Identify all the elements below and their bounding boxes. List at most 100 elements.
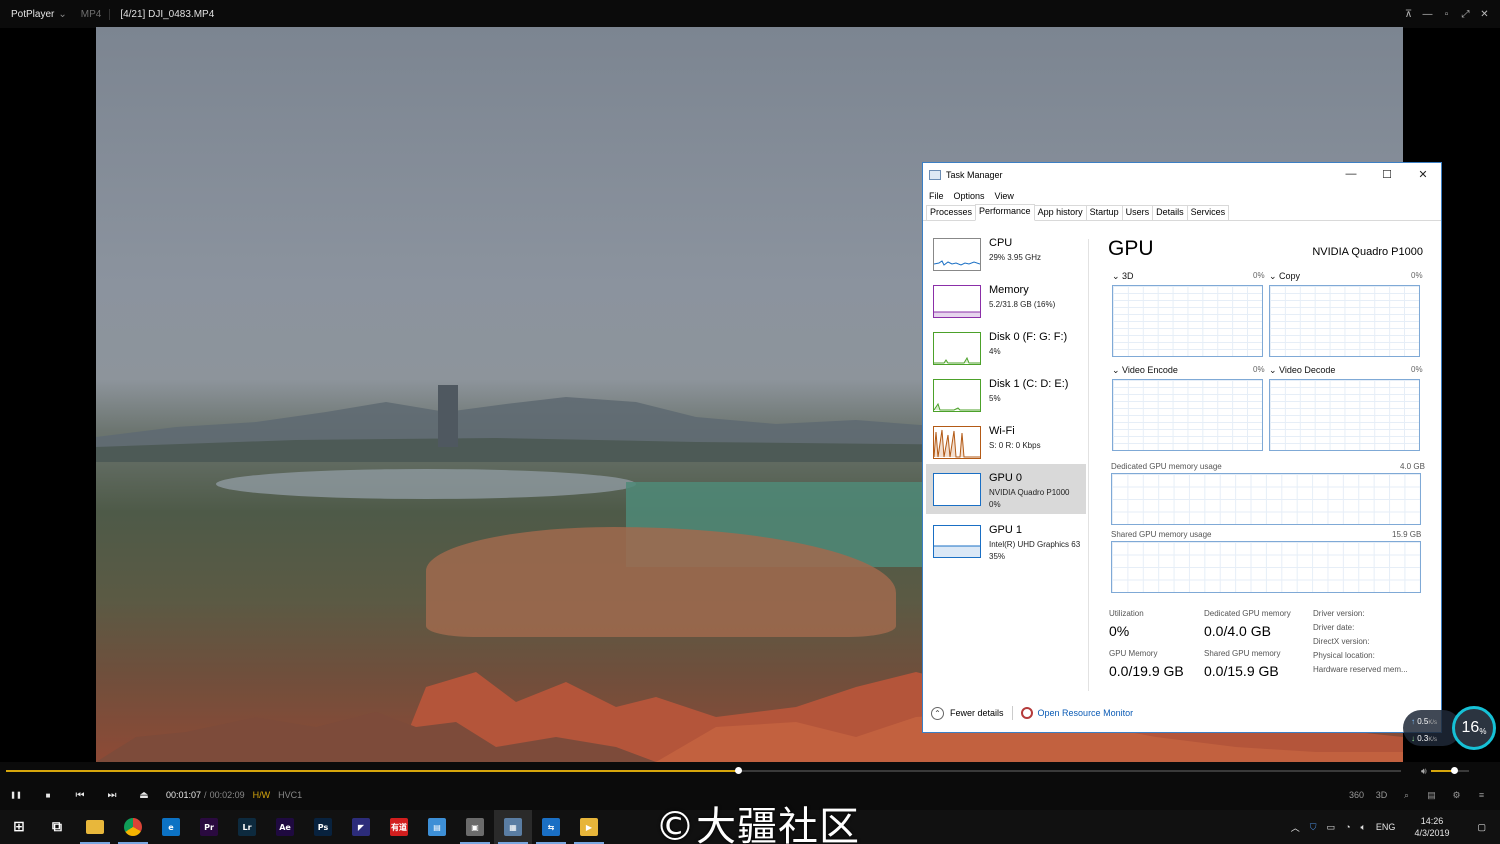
sidebar-item-gpu1[interactable]: GPU 1 Intel(R) UHD Graphics 63 35% — [926, 516, 1086, 566]
task-view-taskbar-button[interactable]: ⧉ — [38, 810, 76, 844]
notification-icon[interactable]: ▢ — [1463, 822, 1500, 833]
wifi-icon[interactable]: ◔ — [1340, 822, 1355, 832]
engine-percent: 0% — [1411, 365, 1423, 374]
restore-icon[interactable]: ▫ — [1437, 9, 1456, 20]
engine-selector-copy[interactable]: ⌄ Copy — [1269, 271, 1300, 282]
graph-video-decode — [1269, 379, 1420, 451]
resource-monitor-icon — [1020, 707, 1033, 719]
maximize-button[interactable]: ☐ — [1369, 163, 1405, 185]
tab-performance[interactable]: Performance — [975, 204, 1035, 221]
after-effects-taskbar-button[interactable]: Ae — [266, 810, 304, 844]
system-clock[interactable]: 14:26 4/3/2019 — [1400, 815, 1463, 839]
volume-icon[interactable]: 🔈︎ — [1356, 822, 1371, 833]
fullscreen-icon[interactable]: ⤢ — [1456, 9, 1475, 20]
graph-3d — [1112, 285, 1263, 357]
open-resource-monitor-link[interactable]: Open Resource Monitor — [1038, 708, 1134, 718]
previous-button[interactable]: ⏮ — [64, 780, 96, 810]
wifi-mini-graph — [933, 426, 981, 459]
sidebar-item-memory[interactable]: Memory 5.2/31.8 GB (16%) — [926, 276, 1086, 326]
hardware-decoding-badge[interactable]: H/W — [253, 790, 271, 800]
3d-mode-button[interactable]: 3D — [1369, 790, 1394, 800]
premiere-pro-taskbar-button[interactable]: Pr — [190, 810, 228, 844]
search-subtitle-button[interactable]: ⌕ — [1394, 790, 1419, 801]
potplayer-taskbar-button[interactable]: ▶ — [570, 810, 608, 844]
tab-app-history[interactable]: App history — [1033, 205, 1087, 220]
seek-thumb[interactable] — [735, 767, 742, 774]
red-app-taskbar-button[interactable]: 有道 — [380, 810, 418, 844]
percent-sign: % — [1479, 726, 1487, 736]
volume-thumb[interactable] — [1450, 767, 1458, 774]
battery-icon[interactable]: ▭ — [1322, 822, 1341, 833]
tab-services[interactable]: Services — [1186, 205, 1230, 220]
chrome-taskbar-button[interactable] — [114, 810, 152, 844]
format-label: MP4 — [73, 8, 111, 20]
fewer-details-link[interactable]: Fewer details — [950, 708, 1004, 718]
gpu-tool-taskbar-button[interactable]: ▣ — [456, 810, 494, 844]
task-manager-taskbar-button[interactable]: ▦ — [494, 810, 532, 844]
tab-processes[interactable]: Processes — [926, 205, 977, 220]
pause-button[interactable]: ❚❚ — [0, 780, 32, 810]
file-title: [4/21] DJI_0483.MP4 — [120, 8, 215, 20]
seek-bar[interactable] — [6, 767, 1401, 774]
menu-file[interactable]: File — [929, 191, 944, 201]
shared-gpu-memory-value: 0.0/15.9 GB — [1204, 663, 1279, 679]
engine-selector-video-decode[interactable]: ⌄ Video Decode — [1269, 365, 1335, 376]
news-app-taskbar-button[interactable]: ▤ — [418, 810, 456, 844]
tab-details[interactable]: Details — [1152, 205, 1188, 220]
menu-view[interactable]: View — [995, 191, 1014, 201]
photoshop-taskbar-button[interactable]: Ps — [304, 810, 342, 844]
engine-selector-video-encode[interactable]: ⌄ Video Encode — [1112, 365, 1178, 376]
tab-startup[interactable]: Startup — [1085, 205, 1123, 220]
task-manager-title-bar[interactable]: Task Manager — ☐ ✕ — [923, 163, 1441, 187]
stop-button[interactable]: ■ — [32, 780, 64, 810]
minimize-button[interactable]: — — [1333, 163, 1369, 185]
menu-button[interactable]: ≡ — [1469, 790, 1494, 800]
sidebar-label: GPU 0 — [989, 472, 1023, 484]
sidebar-item-cpu[interactable]: CPU 29% 3.95 GHz — [926, 229, 1086, 279]
sidebar-item-wifi[interactable]: Wi-Fi S: 0 R: 0 Kbps — [926, 417, 1086, 467]
sidebar-detail: 5.2/31.8 GB (16%) — [989, 300, 1056, 309]
menu-options[interactable]: Options — [954, 191, 985, 201]
eject-button[interactable]: ⏏ — [128, 780, 160, 810]
pause-icon: ❚❚ — [10, 792, 22, 799]
window-controls: ⊼ — ▫ ⤢ ✕ — [1399, 0, 1494, 28]
sidebar-detail: Intel(R) UHD Graphics 63 — [989, 540, 1081, 549]
potplayer-menu-button[interactable]: PotPlayer ⌄ — [0, 0, 73, 28]
network-speed-widget[interactable]: ↑ 0.5K/s ↓ 0.3K/s 16% — [1403, 706, 1497, 750]
sidebar-item-disk1[interactable]: Disk 1 (C: D: E:) 5% — [926, 370, 1086, 420]
engine-selector-3d[interactable]: ⌄ 3D — [1112, 271, 1134, 282]
volume-slider[interactable] — [1430, 767, 1469, 774]
360-mode-button[interactable]: 360 — [1344, 790, 1369, 800]
pin-icon[interactable]: ⊼ — [1399, 9, 1418, 20]
speaker-icon[interactable]: 🔊︎ — [1421, 766, 1427, 777]
tray-overflow-icon[interactable]: ︿ — [1286, 821, 1305, 834]
premiere-pro-icon: Pr — [200, 818, 218, 836]
media-encoder-taskbar-button[interactable]: ◤ — [342, 810, 380, 844]
settings-button[interactable]: ⚙ — [1444, 790, 1469, 801]
chevron-up-icon[interactable]: ⌃ — [931, 706, 944, 720]
lightroom-icon: Lr — [238, 818, 256, 836]
teamviewer-taskbar-button[interactable]: ⇆ — [532, 810, 570, 844]
eject-icon: ⏏ — [139, 789, 149, 801]
sidebar-item-disk0[interactable]: Disk 0 (F: G: F:) 4% — [926, 323, 1086, 373]
edge-taskbar-button[interactable]: e — [152, 810, 190, 844]
lightroom-taskbar-button[interactable]: Lr — [228, 810, 266, 844]
gpu-memory-label: GPU Memory — [1109, 649, 1158, 658]
utilization-value: 0% — [1109, 623, 1130, 639]
close-button[interactable]: ✕ — [1405, 163, 1441, 185]
file-explorer-taskbar-button[interactable] — [76, 810, 114, 844]
sidebar-item-gpu0[interactable]: GPU 0 NVIDIA Quadro P1000 0% — [926, 464, 1086, 514]
tab-users[interactable]: Users — [1121, 205, 1154, 220]
minimize-icon[interactable]: — — [1418, 9, 1437, 20]
defender-icon[interactable]: ⛉ — [1305, 822, 1322, 833]
task-manager-icon: ▦ — [504, 818, 522, 836]
hardware-reserved-label: Hardware reserved mem... — [1313, 665, 1408, 674]
task-manager-window: Task Manager — ☐ ✕ File Options View Pro… — [922, 162, 1442, 733]
next-button[interactable]: ⏭ — [96, 780, 128, 810]
shared-gpu-memory-label: Shared GPU memory — [1204, 649, 1281, 658]
shared-memory-label: Shared GPU memory usage — [1111, 530, 1212, 539]
windows-start-taskbar-button[interactable]: ⊞ — [0, 810, 38, 844]
playlist-button[interactable]: ▤ — [1419, 790, 1444, 801]
language-indicator[interactable]: ENG — [1371, 822, 1401, 832]
close-icon[interactable]: ✕ — [1475, 9, 1494, 20]
